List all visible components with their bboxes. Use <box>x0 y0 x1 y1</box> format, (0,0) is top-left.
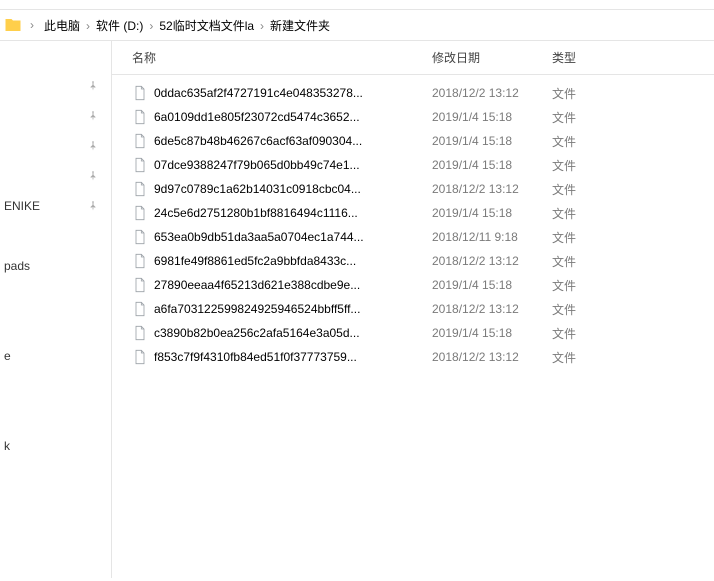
file-date: 2019/1/4 15:18 <box>422 134 542 148</box>
list-item[interactable]: a6fa70312259982492594652​4bbff5ff... 2018… <box>112 297 714 321</box>
column-header-date[interactable]: 修改日期 <box>422 41 542 74</box>
file-type: 文件 <box>542 205 714 222</box>
sidebar-item[interactable] <box>0 71 111 101</box>
sidebar-item[interactable] <box>0 101 111 131</box>
file-type: 文件 <box>542 109 714 126</box>
file-type: 文件 <box>542 277 714 294</box>
file-icon <box>132 205 148 221</box>
file-icon <box>132 85 148 101</box>
file-name: 07dce9388247f79b065d0bb49c74e1... <box>154 158 360 172</box>
chevron-right-icon: › <box>256 19 268 33</box>
file-icon <box>132 301 148 317</box>
column-header-name[interactable]: 名称 <box>112 41 422 74</box>
list-item[interactable]: 27890eeaa4f65213d621e388cdbe9e... 2019/1/… <box>112 273 714 297</box>
chevron-right-icon: › <box>145 19 157 33</box>
list-item[interactable]: f853c7f9f4310fb84ed51f0f37773759... 2018/… <box>112 345 714 369</box>
breadcrumb-item[interactable]: 52临时文档文件la <box>157 17 256 35</box>
file-name: 6de5c87b48b46267c6acf63af090304... <box>154 134 362 148</box>
list-item[interactable]: 07dce9388247f79b065d0bb49c74e1... 2019/1/… <box>112 153 714 177</box>
file-type: 文件 <box>542 181 714 198</box>
file-name: 9d97c0789c1a62b14031c0918cbc04... <box>154 182 361 196</box>
file-name: c3890b82b0ea256c2afa5164e3a05d... <box>154 326 360 340</box>
file-list: 名称 修改日期 类型 0ddac635af2f4727191c4e0483532… <box>112 41 714 578</box>
pin-icon <box>87 110 99 122</box>
list-item[interactable]: 0ddac635af2f4727191c4e048353278... 2018/1… <box>112 81 714 105</box>
sidebar-item[interactable] <box>0 131 111 161</box>
file-name: 6a0109dd1e805f23072cd5474c3652... <box>154 110 360 124</box>
sidebar-item[interactable]: ENIKE <box>0 191 111 221</box>
pin-icon <box>87 170 99 182</box>
pin-icon <box>87 200 99 212</box>
list-item[interactable]: 6a0109dd1e805f23072cd5474c3652... 2019/1/… <box>112 105 714 129</box>
pin-icon <box>87 140 99 152</box>
file-type: 文件 <box>542 301 714 318</box>
list-item[interactable]: 653ea0b9db51da3aa5a0704ec1a744... 2018/12… <box>112 225 714 249</box>
file-date: 2018/12/2 13:12 <box>422 254 542 268</box>
sidebar-item[interactable] <box>0 311 111 341</box>
sidebar-item[interactable] <box>0 371 111 401</box>
column-header-type[interactable]: 类型 <box>542 41 714 74</box>
file-name: f853c7f9f4310fb84ed51f0f37773759... <box>154 350 357 364</box>
file-name: 24c5e6d2751280b1bf8816494c1116... <box>154 206 358 220</box>
file-name: 6981fe49f8861ed5fc2a9bbfda8433c... <box>154 254 356 268</box>
file-date: 2019/1/4 15:18 <box>422 110 542 124</box>
file-date: 2018/12/11 9:18 <box>422 230 542 244</box>
window-menubar <box>0 0 714 10</box>
file-date: 2019/1/4 15:18 <box>422 326 542 340</box>
list-item[interactable]: c3890b82b0ea256c2afa5164e3a05d... 2019/1/… <box>112 321 714 345</box>
file-icon <box>132 349 148 365</box>
chevron-right-icon: › <box>82 19 94 33</box>
sidebar-item[interactable] <box>0 161 111 191</box>
file-date: 2019/1/4 15:18 <box>422 278 542 292</box>
breadcrumb-item[interactable]: 新建文件夹 <box>268 17 332 35</box>
file-type: 文件 <box>542 325 714 342</box>
sidebar-item[interactable] <box>0 401 111 431</box>
file-icon <box>132 229 148 245</box>
sidebar-item-label: k <box>4 439 99 453</box>
list-item[interactable]: 9d97c0789c1a62b14031c0918cbc04... 2018/12… <box>112 177 714 201</box>
list-item[interactable]: 6981fe49f8861ed5fc2a9bbfda8433c... 2018/1… <box>112 249 714 273</box>
file-name: a6fa70312259982492594652​4bbff5ff... <box>154 302 360 316</box>
file-date: 2018/12/2 13:12 <box>422 302 542 316</box>
file-type: 文件 <box>542 229 714 246</box>
file-icon <box>132 133 148 149</box>
file-date: 2019/1/4 15:18 <box>422 158 542 172</box>
folder-icon <box>4 16 22 34</box>
file-icon <box>132 277 148 293</box>
file-date: 2018/12/2 13:12 <box>422 182 542 196</box>
file-date: 2018/12/2 13:12 <box>422 86 542 100</box>
file-name: 653ea0b9db51da3aa5a0704ec1a744... <box>154 230 364 244</box>
file-type: 文件 <box>542 85 714 102</box>
pin-icon <box>87 80 99 92</box>
breadcrumb[interactable]: › 此电脑›软件 (D:)›52临时文档文件la›新建文件夹 <box>0 10 714 41</box>
file-date: 2019/1/4 15:18 <box>422 206 542 220</box>
file-name: 0ddac635af2f4727191c4e048353278... <box>154 86 363 100</box>
chevron-right-icon: › <box>26 18 38 32</box>
sidebar-item[interactable]: pads <box>0 251 111 281</box>
file-icon <box>132 157 148 173</box>
breadcrumb-item[interactable]: 此电脑 <box>42 17 82 35</box>
list-item[interactable]: 24c5e6d2751280b1bf8816494c1116... 2019/1/… <box>112 201 714 225</box>
file-type: 文件 <box>542 133 714 150</box>
sidebar: ENIKE pads e k <box>0 41 112 578</box>
sidebar-item-label: pads <box>4 259 99 273</box>
file-type: 文件 <box>542 157 714 174</box>
sidebar-item-label: e <box>4 349 99 363</box>
sidebar-item[interactable] <box>0 281 111 311</box>
column-headers: 名称 修改日期 类型 <box>112 41 714 75</box>
sidebar-item[interactable] <box>0 221 111 251</box>
file-type: 文件 <box>542 349 714 366</box>
file-date: 2018/12/2 13:12 <box>422 350 542 364</box>
file-icon <box>132 325 148 341</box>
sidebar-item[interactable]: k <box>0 431 111 461</box>
file-icon <box>132 253 148 269</box>
breadcrumb-item[interactable]: 软件 (D:) <box>94 17 145 35</box>
file-type: 文件 <box>542 253 714 270</box>
list-item[interactable]: 6de5c87b48b46267c6acf63af090304... 2019/1… <box>112 129 714 153</box>
file-name: 27890eeaa4f65213d621e388cdbe9e... <box>154 278 360 292</box>
sidebar-item-label: ENIKE <box>4 199 79 213</box>
file-icon <box>132 109 148 125</box>
file-icon <box>132 181 148 197</box>
sidebar-item[interactable]: e <box>0 341 111 371</box>
